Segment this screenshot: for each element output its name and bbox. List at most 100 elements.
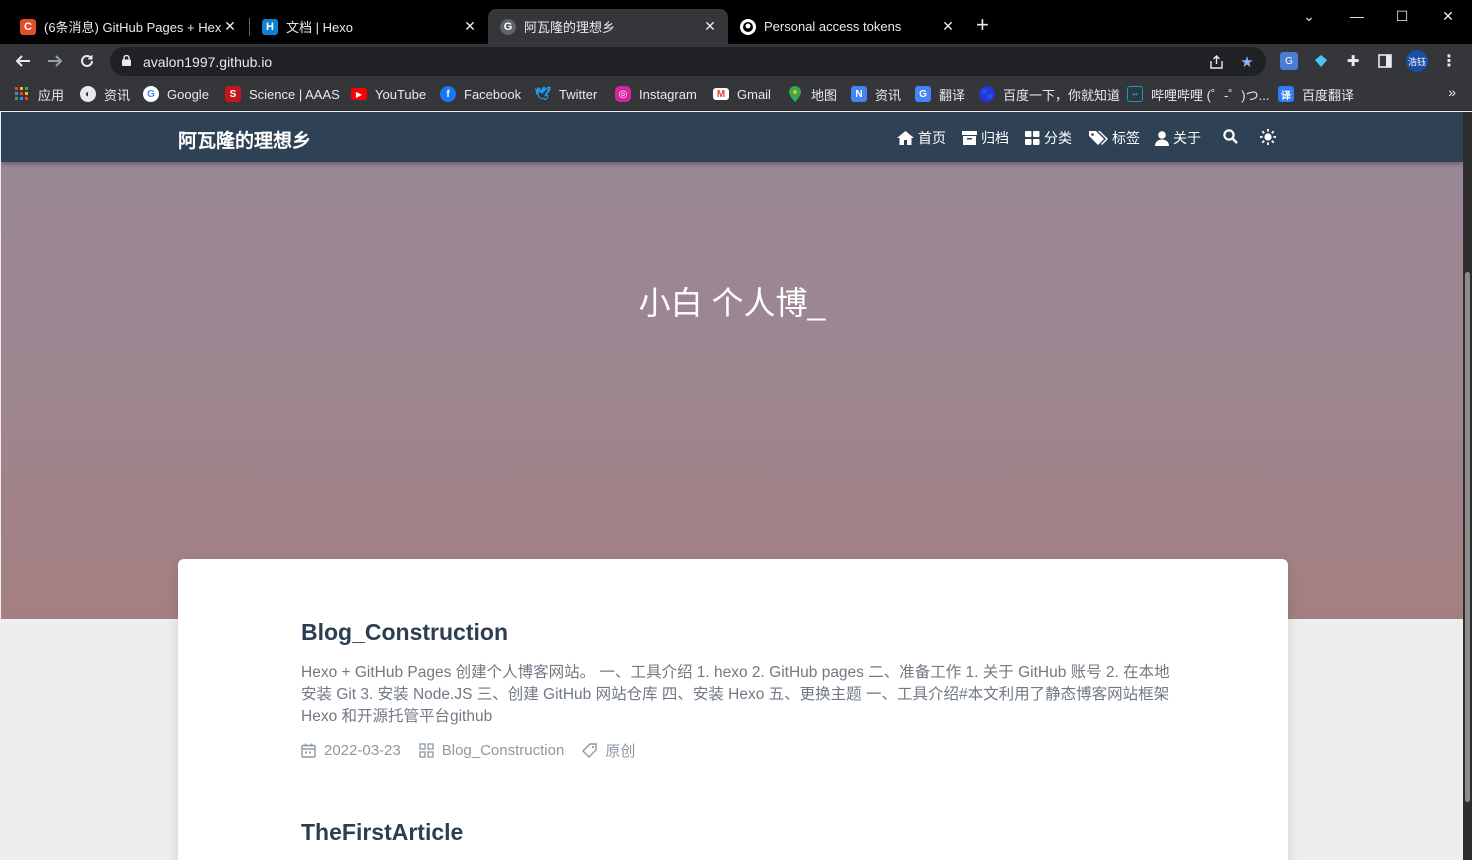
new-tab-plus-icon[interactable]: + bbox=[976, 14, 989, 36]
site-navbar: 阿瓦隆的理想乡 首页 归档 分类 标签 关于 bbox=[1, 112, 1463, 162]
tab-github-tokens[interactable]: Personal access tokens ✕ bbox=[728, 9, 966, 44]
youtube-icon: ▶ bbox=[351, 88, 367, 100]
bookmark-science[interactable]: S Science | AAAS bbox=[225, 85, 340, 103]
hero-banner: 小白 个人博_ bbox=[1, 162, 1463, 619]
diamond-extension-icon[interactable] bbox=[1312, 52, 1330, 70]
bookmark-label: 资讯 bbox=[104, 87, 131, 103]
bookmark-twitter[interactable]: 🕊 Twitter bbox=[534, 85, 598, 103]
scrollbar-thumb[interactable] bbox=[1465, 272, 1470, 802]
bookmark-label: 哔哩哔哩 (゜-゜)つ... bbox=[1151, 87, 1270, 103]
nav-label: 关于 bbox=[1173, 130, 1201, 146]
maximize-icon[interactable]: ☐ bbox=[1379, 4, 1425, 28]
tab-hexo-docs[interactable]: H 文档 | Hexo ✕ bbox=[250, 9, 488, 44]
bookmark-translate[interactable]: G 翻译 bbox=[915, 85, 965, 103]
facebook-icon: f bbox=[440, 86, 456, 102]
tab-close-icon[interactable]: ✕ bbox=[222, 18, 238, 35]
bookmark-label: Gmail bbox=[737, 86, 771, 102]
tab-close-icon[interactable]: ✕ bbox=[940, 18, 956, 35]
tab-title: Personal access tokens bbox=[764, 19, 902, 34]
post-tag-text: 原创 bbox=[605, 743, 636, 760]
apps-grid-icon bbox=[14, 86, 30, 102]
bookmark-label: 百度翻译 bbox=[1302, 87, 1355, 103]
post-title-link[interactable]: Blog_Construction bbox=[301, 619, 1171, 646]
bookmark-instagram[interactable]: ◎ Instagram bbox=[615, 85, 697, 103]
theme-toggle-button[interactable] bbox=[1260, 129, 1280, 145]
post-excerpt[interactable]: Hexo + GitHub Pages 创建个人博客网站。 一、工具介绍 1. … bbox=[301, 662, 1171, 728]
tab-close-icon[interactable]: ✕ bbox=[462, 18, 478, 35]
post-date-text: 2022-03-23 bbox=[324, 742, 401, 759]
category-grid-icon bbox=[419, 743, 434, 758]
google-translate-extension-icon[interactable]: G bbox=[1280, 52, 1298, 70]
tab-csdn[interactable]: C (6条消息) GitHub Pages + Hexo ✕ bbox=[8, 9, 248, 44]
bilibili-icon: •• bbox=[1127, 86, 1143, 102]
share-icon[interactable] bbox=[1207, 53, 1225, 71]
post-item: TheFirstArticle bbox=[301, 819, 1171, 846]
tags-icon bbox=[1089, 130, 1108, 145]
tab-close-icon[interactable]: ✕ bbox=[702, 18, 718, 35]
bookmark-apps[interactable]: 应用 bbox=[14, 85, 64, 103]
site-search-button[interactable] bbox=[1223, 129, 1242, 144]
url-text: avalon1997.github.io bbox=[143, 54, 273, 70]
tab-active-blog[interactable]: G 阿瓦隆的理想乡 ✕ bbox=[488, 9, 728, 44]
nav-about[interactable]: 关于 bbox=[1155, 128, 1201, 148]
bookmark-label: 翻译 bbox=[939, 87, 966, 103]
tab-title: (6条消息) GitHub Pages + Hexo bbox=[44, 20, 222, 35]
nav-archive[interactable]: 归档 bbox=[962, 128, 1009, 148]
post-category-text: Blog_Construction bbox=[441, 742, 565, 759]
bookmark-facebook[interactable]: f Facebook bbox=[440, 85, 521, 103]
profile-avatar[interactable]: 浩钰 bbox=[1406, 50, 1428, 72]
extensions-puzzle-icon[interactable]: ✚ bbox=[1344, 52, 1362, 70]
minimize-icon[interactable]: — bbox=[1334, 4, 1380, 28]
nav-label: 分类 bbox=[1044, 130, 1072, 146]
science-icon: S bbox=[225, 86, 241, 102]
page-viewport: 阿瓦隆的理想乡 首页 归档 分类 标签 关于 小白 个人博_ Blog_Cons… bbox=[1, 112, 1463, 860]
bookmark-label: 资讯 bbox=[875, 87, 902, 103]
news-icon: N bbox=[851, 86, 867, 102]
bookmark-maps[interactable]: 地图 bbox=[787, 85, 837, 103]
maps-icon bbox=[787, 86, 803, 102]
reload-icon[interactable] bbox=[75, 50, 99, 72]
bookmark-google[interactable]: G Google bbox=[143, 85, 209, 103]
google-icon: G bbox=[143, 86, 159, 102]
bookmark-google-news[interactable]: N 资讯 bbox=[851, 85, 901, 103]
nav-categories[interactable]: 分类 bbox=[1025, 128, 1072, 148]
github-favicon-icon bbox=[740, 18, 756, 35]
browser-menu-kebab-icon[interactable]: ⋮ bbox=[1440, 52, 1458, 70]
tab-title: 阿瓦隆的理想乡 bbox=[524, 20, 616, 35]
tag-icon bbox=[582, 743, 598, 758]
bookmark-star-icon[interactable]: ★ bbox=[1238, 53, 1256, 71]
forward-arrow-icon[interactable] bbox=[43, 50, 67, 72]
post-title-link[interactable]: TheFirstArticle bbox=[301, 819, 1171, 846]
site-brand[interactable]: 阿瓦隆的理想乡 bbox=[178, 126, 311, 153]
calendar-icon bbox=[301, 743, 316, 758]
nav-label: 归档 bbox=[981, 130, 1009, 146]
nav-tags[interactable]: 标签 bbox=[1089, 128, 1140, 148]
tab-title: 文档 | Hexo bbox=[286, 20, 353, 35]
back-arrow-icon[interactable] bbox=[11, 50, 35, 72]
window-close-icon[interactable]: ✕ bbox=[1425, 4, 1471, 28]
tab-search-chevron-icon[interactable]: ⌄ bbox=[1286, 4, 1332, 28]
bookmark-youtube[interactable]: ▶ YouTube bbox=[351, 85, 426, 103]
search-icon bbox=[1223, 129, 1238, 144]
bookmark-news[interactable]: ◐ 资讯 bbox=[80, 85, 130, 103]
twitter-icon: 🕊 bbox=[534, 86, 552, 101]
bookmarks-overflow-chevron-icon[interactable]: » bbox=[1448, 84, 1456, 100]
address-bar[interactable]: avalon1997.github.io ★ bbox=[110, 47, 1266, 76]
bookmark-bilibili[interactable]: •• 哔哩哔哩 (゜-゜)つ... bbox=[1127, 85, 1269, 103]
bookmark-label: Google bbox=[167, 86, 209, 102]
nav-label: 首页 bbox=[918, 130, 946, 146]
nav-home[interactable]: 首页 bbox=[897, 128, 946, 148]
lock-icon bbox=[122, 55, 131, 66]
bookmark-baidu-translate[interactable]: 译 百度翻译 bbox=[1278, 85, 1354, 103]
sun-icon bbox=[1260, 129, 1276, 145]
site-subtitle: 小白 个人博_ bbox=[638, 285, 826, 321]
post-category-link[interactable]: Blog_Construction bbox=[419, 742, 565, 759]
bookmark-baidu[interactable]: 🐾 百度一下，你就知道 bbox=[979, 85, 1120, 103]
bookmark-label: Instagram bbox=[639, 86, 697, 102]
bookmark-label: 应用 bbox=[38, 87, 65, 103]
page-scrollbar[interactable] bbox=[1463, 112, 1472, 860]
globe-favicon-icon: G bbox=[500, 18, 516, 35]
bookmark-gmail[interactable]: M Gmail bbox=[713, 85, 771, 103]
side-panel-icon[interactable] bbox=[1376, 52, 1394, 70]
post-tag-link[interactable]: 原创 bbox=[582, 740, 635, 761]
